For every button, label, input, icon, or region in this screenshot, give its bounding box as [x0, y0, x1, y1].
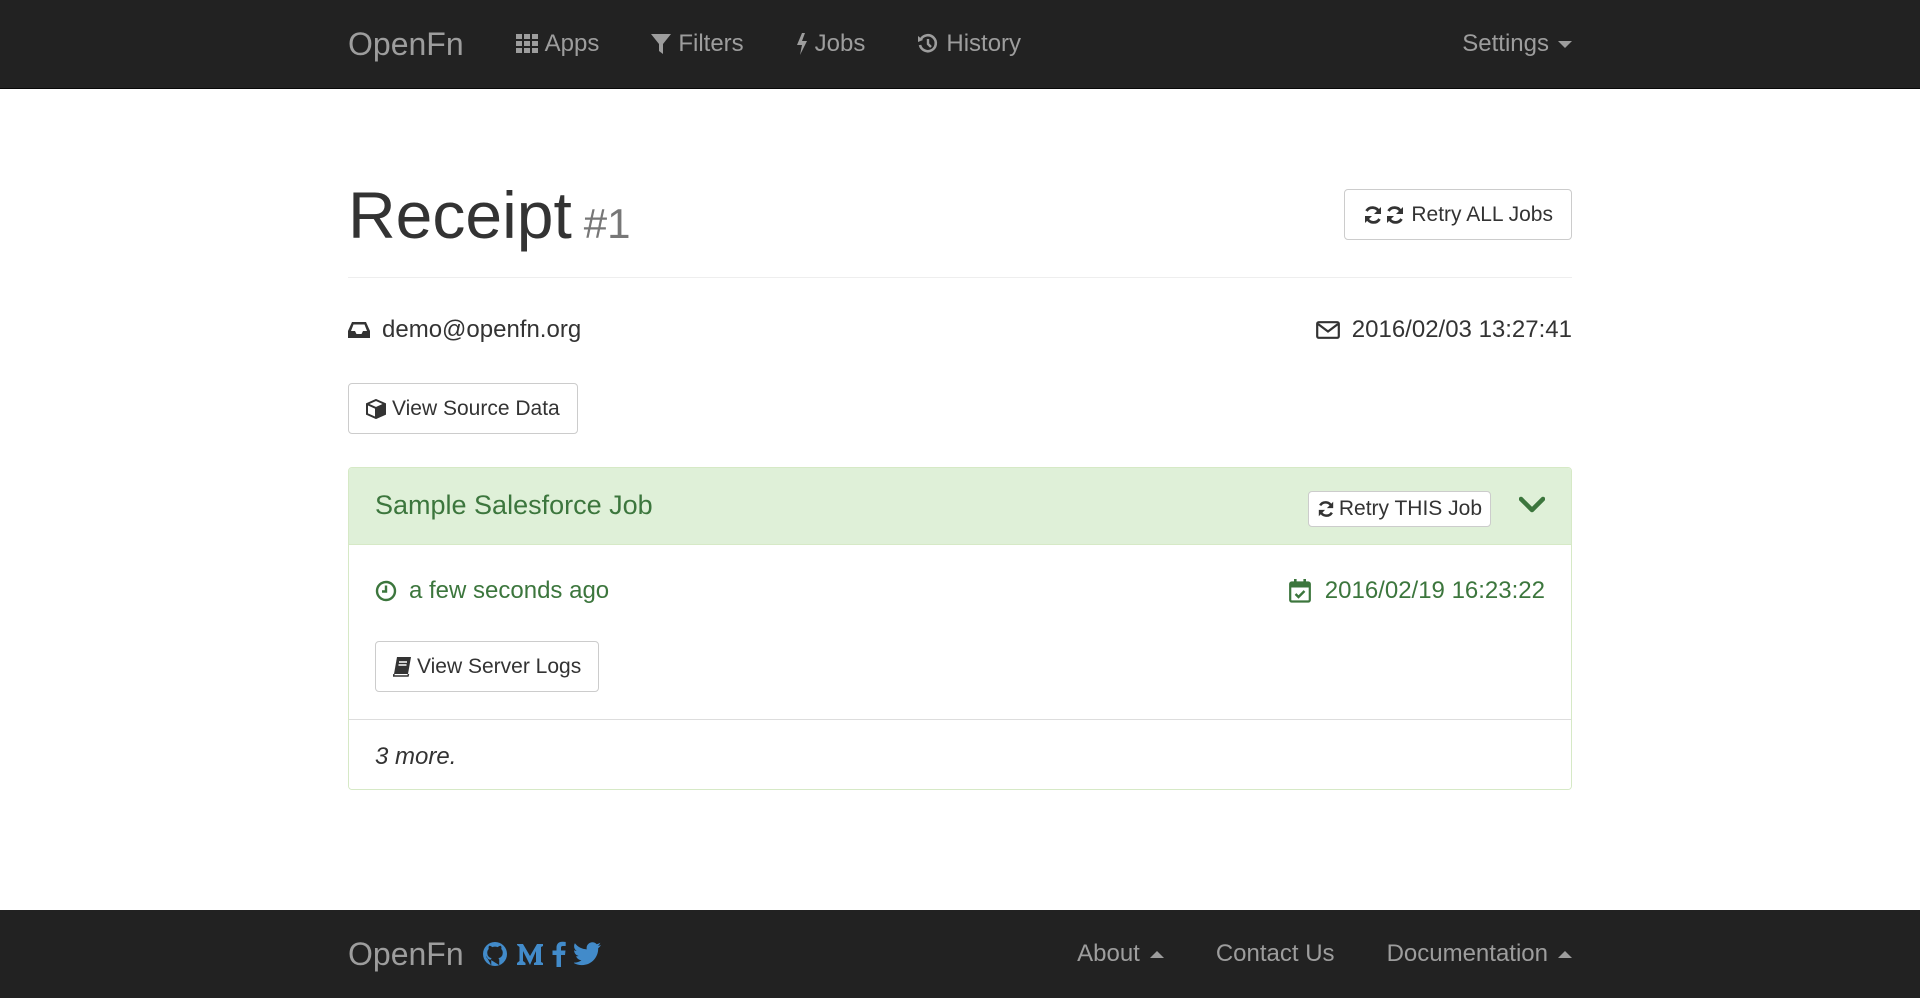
navbar-container: OpenFn Apps Filters Jobs History Setting… [348, 0, 1572, 88]
page-header: Receipt #1 Retry ALL Jobs [348, 176, 1572, 278]
run-timestamp: 2016/02/19 16:23:22 [1288, 577, 1545, 605]
nav-item-history[interactable]: History [891, 0, 1047, 88]
footer-link-label: About [1077, 940, 1140, 967]
envelope-icon [1315, 321, 1340, 339]
nav-item-label: Apps [544, 30, 600, 57]
caret-down-icon [1558, 40, 1572, 48]
filter-icon [651, 34, 672, 54]
footer-links: About Contact Us Documentation [1051, 940, 1572, 968]
chevron-down-icon[interactable] [1519, 496, 1545, 514]
refresh-icon [1363, 205, 1383, 225]
receipt-meta: demo@openfn.org 2016/02/03 13:27:41 [348, 310, 1572, 350]
github-icon[interactable] [482, 941, 508, 967]
sender-info: demo@openfn.org [348, 316, 581, 344]
run-info: a few seconds ago 2016/02/19 16:23:22 [375, 575, 1545, 607]
navbar-brand[interactable]: OpenFn [348, 26, 464, 63]
receipt-title: Receipt [348, 178, 572, 252]
run-timestamp-text: 2016/02/19 16:23:22 [1324, 577, 1545, 604]
view-source-data-button[interactable]: View Source Data [348, 383, 578, 434]
nav-item-apps[interactable]: Apps [490, 0, 626, 88]
retry-this-label: Retry THIS Job [1338, 497, 1482, 520]
relative-time-text: a few seconds ago [409, 577, 610, 604]
cube-icon [366, 398, 386, 419]
twitter-icon[interactable] [573, 942, 602, 966]
footer-about-dropdown[interactable]: About [1051, 940, 1190, 968]
top-navbar: OpenFn Apps Filters Jobs History Setting… [0, 0, 1920, 89]
footer-link-label: Documentation [1386, 940, 1548, 967]
grid-icon [515, 34, 538, 54]
job-panel-footer: 3 more. [349, 719, 1571, 789]
job-panel: Sample Salesforce Job Retry THIS Job a f… [348, 467, 1572, 790]
page-title: Receipt #1 [348, 176, 631, 257]
caret-up-icon [1149, 950, 1164, 958]
medium-icon[interactable] [516, 942, 544, 966]
footer-brand[interactable]: OpenFn [348, 936, 464, 973]
nav-item-label: History [946, 30, 1022, 57]
more-runs-text: 3 more. [375, 743, 457, 770]
view-logs-label: View Server Logs [417, 654, 582, 678]
view-source-label: View Source Data [392, 396, 560, 420]
received-info: 2016/02/03 13:27:41 [1315, 316, 1572, 344]
view-server-logs-button[interactable]: View Server Logs [375, 641, 600, 692]
bolt-icon [796, 33, 808, 55]
received-timestamp: 2016/02/03 13:27:41 [1351, 316, 1572, 343]
nav-item-jobs[interactable]: Jobs [770, 0, 892, 88]
footer-contact-link[interactable]: Contact Us [1190, 940, 1361, 968]
clock-icon [375, 580, 397, 602]
history-icon [917, 33, 939, 55]
footer-link-label: Contact Us [1215, 940, 1335, 967]
sender-email: demo@openfn.org [382, 316, 582, 343]
settings-label: Settings [1462, 30, 1549, 57]
receipt-number: #1 [583, 200, 631, 247]
footer-documentation-dropdown[interactable]: Documentation [1361, 940, 1572, 968]
job-panel-body: a few seconds ago 2016/02/19 16:23:22 Vi… [349, 545, 1571, 719]
retry-all-jobs-button[interactable]: Retry ALL Jobs [1344, 189, 1572, 240]
nav-item-filters[interactable]: Filters [625, 0, 769, 88]
settings-dropdown[interactable]: Settings [1436, 0, 1572, 88]
retry-all-label: Retry ALL Jobs [1411, 202, 1553, 226]
page-footer: OpenFn About Contact Us Documentation [0, 910, 1920, 998]
run-relative-time: a few seconds ago [375, 577, 609, 605]
nav-item-label: Filters [678, 30, 744, 57]
refresh-icon [1317, 500, 1335, 518]
job-title[interactable]: Sample Salesforce Job [375, 490, 653, 521]
refresh-icon [1385, 205, 1405, 225]
social-links [482, 941, 602, 967]
job-panel-heading: Sample Salesforce Job Retry THIS Job [349, 468, 1571, 545]
caret-up-icon [1558, 950, 1572, 958]
calendar-check-icon [1288, 579, 1311, 603]
facebook-icon[interactable] [552, 941, 566, 967]
book-icon [393, 656, 411, 677]
footer-container: OpenFn About Contact Us Documentation [348, 910, 1572, 998]
inbox-icon [348, 321, 370, 339]
retry-this-job-button[interactable]: Retry THIS Job [1307, 491, 1491, 527]
nav-item-label: Jobs [814, 30, 866, 57]
